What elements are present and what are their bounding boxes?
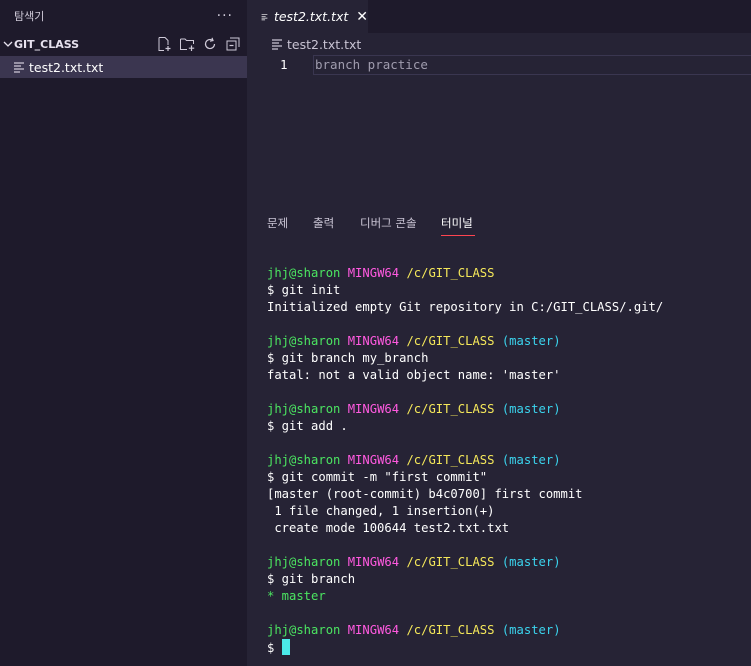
- prompt-path: /c/GIT_CLASS: [406, 334, 495, 348]
- more-actions-icon[interactable]: ···: [217, 8, 233, 24]
- prompt-path: /c/GIT_CLASS: [406, 555, 495, 569]
- terminal-output-text: create mode 100644 test2.txt.txt: [267, 521, 510, 535]
- prompt-user: jhj@sharon: [267, 402, 341, 416]
- collapse-all-icon[interactable]: [225, 36, 241, 52]
- file-lines-icon: [261, 13, 268, 20]
- terminal-command-line: $ git branch: [267, 571, 747, 588]
- prompt-user: jhj@sharon: [267, 334, 341, 348]
- tab-output[interactable]: 출력: [313, 215, 334, 231]
- prompt-branch: (master): [501, 623, 561, 637]
- prompt-path: /c/GIT_CLASS: [406, 402, 495, 416]
- terminal-output-line: create mode 100644 test2.txt.txt: [267, 520, 747, 537]
- terminal-command: $ git init: [267, 283, 341, 297]
- prompt-host: MINGW64: [347, 555, 400, 569]
- editor-area[interactable]: 1 branch practice: [247, 55, 751, 205]
- file-lines-icon: [272, 39, 282, 50]
- terminal-command-line: $: [267, 639, 747, 656]
- line-number: 1: [280, 57, 288, 72]
- prompt-path: /c/GIT_CLASS: [406, 453, 495, 467]
- terminal-prompt-line: jhj@sharon MINGW64 /c/GIT_CLASS: [267, 265, 747, 282]
- terminal-output-text: 1 file changed, 1 insertion(+): [267, 504, 495, 518]
- terminal-command: $ git branch my_branch: [267, 351, 429, 365]
- terminal-output-text: [master (root-commit) b4c0700] first com…: [267, 487, 583, 501]
- tab-problems[interactable]: 문제: [267, 215, 288, 231]
- terminal-output-text: fatal: not a valid object name: 'master': [267, 368, 561, 382]
- explorer-file-name: test2.txt.txt: [29, 59, 104, 75]
- active-tab-indicator: [441, 235, 475, 236]
- terminal-cursor: [281, 639, 290, 655]
- terminal-command-line: $ git commit -m "first commit": [267, 469, 747, 486]
- bottom-panel: 문제 출력 디버그 콘솔 터미널 jhj@sharon MINGW64 /c/G…: [247, 205, 751, 666]
- prompt-branch: (master): [501, 453, 561, 467]
- tab-terminal[interactable]: 터미널: [441, 215, 473, 231]
- terminal-command: $ git commit -m "first commit": [267, 470, 488, 484]
- new-folder-icon[interactable]: [179, 36, 195, 52]
- terminal-output[interactable]: jhj@sharon MINGW64 /c/GIT_CLASS $ git ini…: [267, 265, 747, 656]
- explorer-title: 탐색기: [14, 10, 45, 23]
- terminal-output-line: * master: [267, 588, 747, 605]
- terminal-output-line: fatal: not a valid object name: 'master': [267, 367, 747, 384]
- prompt-user: jhj@sharon: [267, 453, 341, 467]
- terminal-output-line: Initialized empty Git repository in C:/G…: [267, 299, 747, 316]
- terminal-command-line: $ git init: [267, 282, 747, 299]
- prompt-path: /c/GIT_CLASS: [406, 266, 495, 280]
- prompt-path: /c/GIT_CLASS: [406, 623, 495, 637]
- tab-title: test2.txt.txt: [273, 9, 349, 24]
- editor-tab-bar: test2.txt.txt ✕: [247, 0, 751, 33]
- terminal-output-line: [master (root-commit) b4c0700] first com…: [267, 486, 747, 503]
- terminal-prompt-line: jhj@sharon MINGW64 /c/GIT_CLASS (master): [267, 333, 747, 350]
- prompt-host: MINGW64: [347, 334, 400, 348]
- explorer-header: 탐색기 ···: [0, 0, 247, 32]
- terminal-command-line: $ git branch my_branch: [267, 350, 747, 367]
- prompt-branch: (master): [501, 334, 561, 348]
- terminal-prompt-line: jhj@sharon MINGW64 /c/GIT_CLASS (master): [267, 452, 747, 469]
- terminal-command: $: [267, 641, 282, 655]
- breadcrumb[interactable]: test2.txt.txt: [247, 33, 751, 55]
- prompt-user: jhj@sharon: [267, 623, 341, 637]
- panel-tabs: 문제 출력 디버그 콘솔 터미널: [247, 205, 751, 241]
- editor-tab[interactable]: test2.txt.txt ✕: [247, 0, 368, 33]
- terminal-command: $ git branch: [267, 572, 356, 586]
- terminal-prompt-line: jhj@sharon MINGW64 /c/GIT_CLASS (master): [267, 622, 747, 639]
- file-lines-icon: [14, 62, 24, 73]
- terminal-output-line: 1 file changed, 1 insertion(+): [267, 503, 747, 520]
- terminal-command-line: $ git add .: [267, 418, 747, 435]
- chevron-down-icon: [3, 41, 13, 47]
- terminal-prompt-line: jhj@sharon MINGW64 /c/GIT_CLASS (master): [267, 401, 747, 418]
- prompt-user: jhj@sharon: [267, 555, 341, 569]
- prompt-host: MINGW64: [347, 623, 400, 637]
- explorer-file-item[interactable]: test2.txt.txt: [0, 56, 247, 78]
- breadcrumb-file: test2.txt.txt: [287, 36, 362, 52]
- explorer-sidebar: 탐색기 ··· GIT_CLASS test2.txt.txt: [0, 0, 247, 666]
- terminal-output-text: * master: [267, 589, 326, 603]
- new-file-icon[interactable]: [156, 36, 172, 52]
- prompt-branch: (master): [501, 402, 561, 416]
- terminal-prompt-line: jhj@sharon MINGW64 /c/GIT_CLASS (master): [267, 554, 747, 571]
- editor-line-text[interactable]: branch practice: [315, 57, 428, 72]
- refresh-icon[interactable]: [202, 36, 218, 52]
- tab-debug-console[interactable]: 디버그 콘솔: [360, 215, 417, 231]
- folder-row[interactable]: GIT_CLASS: [0, 32, 247, 56]
- prompt-host: MINGW64: [347, 453, 400, 467]
- close-icon[interactable]: ✕: [356, 9, 368, 25]
- prompt-user: jhj@sharon: [267, 266, 341, 280]
- prompt-host: MINGW64: [347, 402, 400, 416]
- prompt-branch: (master): [501, 555, 561, 569]
- terminal-command: $ git add .: [267, 419, 348, 433]
- prompt-host: MINGW64: [347, 266, 400, 280]
- terminal-output-text: Initialized empty Git repository in C:/G…: [267, 300, 664, 314]
- folder-name: GIT_CLASS: [14, 37, 80, 51]
